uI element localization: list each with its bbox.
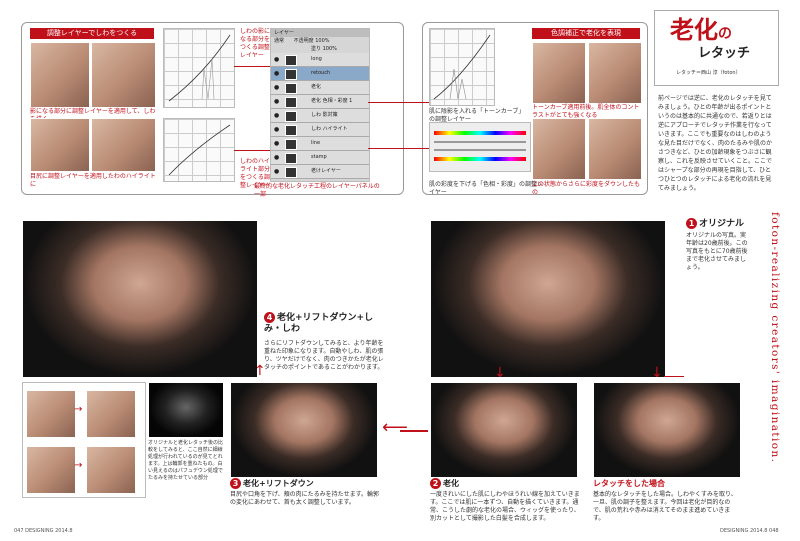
title-main: 老化の: [670, 16, 732, 48]
photo-tone-after: [588, 42, 642, 104]
section-title-color: 色調補正で老化を表現: [532, 28, 640, 39]
arrow-right-icon: →: [74, 404, 83, 415]
connector-line: [234, 66, 270, 67]
step1-text: オリジナルの写真。実年齢は20歳前後。この写真をもとに70歳前後まで老化させてみ…: [686, 232, 748, 271]
photo-mouth-after: [91, 42, 156, 108]
step2-heading: 2 老化: [430, 478, 580, 489]
eye-icon[interactable]: ●: [274, 140, 279, 147]
curve-panel-shadow: [163, 28, 235, 108]
step1-title: オリジナル: [699, 219, 745, 229]
photo-step1-original: [430, 220, 666, 378]
caption-hue-sat: 肌の彩度を下げる「色相・彩度」の調整レイヤー: [429, 181, 544, 196]
step4-title: 老化+リフトダウン+しみ・しわ: [264, 313, 374, 334]
blend-mode-select[interactable]: 通常: [274, 38, 284, 44]
retouched-title: レタッチをした場合: [593, 479, 665, 488]
opacity-value[interactable]: 100%: [315, 38, 329, 44]
vertical-tagline: foton-realizing creators' imagination.: [769, 212, 781, 464]
layer-row[interactable]: ● retouch: [271, 67, 369, 81]
curve-graph-highlight: [168, 124, 231, 176]
opacity-label: 不透明度: [293, 38, 314, 44]
layer-row[interactable]: ● しわ ハイライト: [271, 123, 369, 137]
eye-icon[interactable]: ●: [274, 112, 279, 119]
layer-row[interactable]: ● long: [271, 53, 369, 67]
photo-mouth-before: [30, 42, 90, 108]
layer-row[interactable]: ● stamp: [271, 151, 369, 165]
layer-row[interactable]: ● 老化 色相・彩度 1: [271, 95, 369, 109]
photo-step4-aged: [22, 220, 258, 378]
photo-difference-map: [148, 382, 224, 438]
eye-icon[interactable]: ●: [274, 126, 279, 133]
layers-options: 通常 不透明度 100%: [271, 37, 369, 45]
footer-right: DESIGNING 2014.8 048: [720, 528, 779, 534]
fill-options: 塗り 100%: [271, 45, 369, 53]
step-number: 1: [686, 218, 697, 229]
step3-heading: 3 老化+リフトダウン: [230, 478, 380, 489]
photo-eye-after: [91, 118, 156, 172]
eye-icon[interactable]: ●: [274, 154, 279, 161]
photo-step3: [230, 382, 378, 478]
title-text: 老化: [670, 15, 718, 44]
footer-left: 047 DESIGNING 2014.8: [14, 528, 73, 534]
red-caption-desat: 上の状態からさらに彩度をダウンしたもの: [532, 181, 641, 196]
eye-icon[interactable]: ●: [274, 168, 279, 175]
photo-tone-before: [532, 42, 586, 104]
curve-panel-highlight: [163, 118, 235, 182]
arrow-line: [400, 430, 428, 432]
fill-label: 塗り: [311, 46, 322, 52]
photo-compare-mouth-orig: [26, 446, 76, 494]
step2-title: 老化: [443, 479, 459, 488]
curve-graph-shadow: [168, 34, 231, 102]
tone-curve-panel: [429, 28, 495, 106]
photo-desat-before: [532, 118, 586, 180]
eye-icon[interactable]: ●: [274, 56, 279, 63]
layers-caption: 最終的な老化レタッチ工程のレイヤーパネルの一部: [254, 183, 380, 198]
tone-curve-graph: [433, 34, 491, 100]
caption-eye: 目尻に調整レイヤーを適用したわのハイライトに: [30, 173, 156, 188]
photo-compare-mouth-aged: [86, 446, 136, 494]
step2-text: 一度きれいにした肌にしわやほうれい線を加えていきます。ここでは肌に一本ずつ、自動…: [430, 491, 580, 522]
hue-saturation-panel: [429, 122, 531, 172]
arrow-line: [664, 376, 684, 377]
layers-panel: レイヤー 通常 不透明度 100% 塗り 100% ● long ● retouch…: [270, 28, 370, 182]
arrow-right-icon: →: [74, 460, 83, 471]
step1-heading: 1 オリジナル: [686, 218, 766, 230]
photo-retouched: [593, 382, 741, 478]
layer-row[interactable]: ● 老化: [271, 81, 369, 95]
section-title-wrinkles: 調整レイヤーでしわをつくる: [30, 28, 154, 39]
retouched-text: 基本的なレタッチをした場合。しわやくすみを取り、一旦、肌の調子を整えます。今回は…: [593, 491, 737, 522]
arrow-up-icon: ↑: [254, 363, 266, 379]
photo-compare-eye-orig: [26, 390, 76, 438]
step-number: 3: [230, 478, 241, 489]
fill-value[interactable]: 100%: [323, 46, 337, 52]
step3-text: 目尻や口角を下げ、頬の肉にたるみを持たせます。輪郭の変化にあわせて、首も太く調整…: [230, 491, 379, 506]
compare-caption: オリジナルと老化レタッチ後の比較をしてみると、ここ自然に細線処理が行われているの…: [148, 440, 224, 481]
layer-row[interactable]: ● しわ 影対策: [271, 109, 369, 123]
eye-icon[interactable]: ●: [274, 98, 279, 105]
step-number: 2: [430, 478, 441, 489]
arrow-down-icon: ↓: [651, 365, 663, 381]
eye-icon[interactable]: ●: [274, 84, 279, 91]
red-note-shadow: しわの影になる部分をつくる調整レイヤー: [240, 28, 271, 59]
eye-icon[interactable]: ●: [274, 70, 279, 77]
layers-panel-title: レイヤー: [271, 29, 369, 37]
connector-line: [368, 102, 429, 103]
photo-step2: [430, 382, 578, 478]
layer-row[interactable]: ● line: [271, 137, 369, 151]
title-credit: レタッチ＝西山 淳（foton）: [676, 70, 741, 76]
layer-row[interactable]: ● 老けレイヤー: [271, 165, 369, 179]
arrow-down-icon: ↓: [494, 365, 506, 381]
connector-line: [234, 150, 270, 151]
photo-eye-before: [30, 118, 90, 172]
title-sub: レタッチ: [698, 46, 751, 61]
photo-desat-after: [588, 118, 642, 180]
step4-text: さらにリフトダウンしてみると、より年齢を重ねた印象になります。自動やしわ、肌の張…: [264, 340, 384, 371]
step-number: 4: [264, 312, 275, 323]
step3-title: 老化+リフトダウン: [243, 479, 314, 488]
intro-text: 前ページでは逆に、老化のレタッチを見てみましょう。ひとの年齢が出るポイントという…: [658, 95, 773, 192]
connector-line: [368, 148, 429, 149]
step4-heading: 4 老化+リフトダウン+しみ・しわ: [264, 312, 384, 335]
photo-compare-eye-aged: [86, 390, 136, 438]
arrow-left-icon: ⟵: [382, 417, 408, 438]
title-particle: の: [718, 26, 732, 42]
